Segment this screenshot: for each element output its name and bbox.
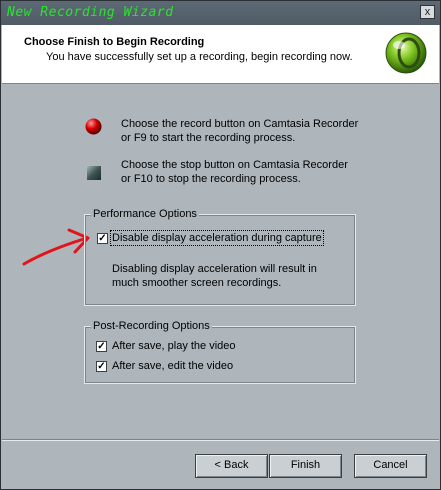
cancel-button[interactable]: Cancel — [354, 454, 427, 478]
record-instruction-line2: or F9 to start the recording process. — [121, 132, 296, 144]
post-recording-options-label: Post-Recording Options — [91, 320, 212, 332]
window-title: New Recording Wizard — [7, 5, 174, 20]
stop-button-icon — [87, 166, 101, 180]
performance-options-group: Performance Options — [84, 208, 356, 306]
finish-button[interactable]: Finish — [269, 454, 342, 478]
performance-options-label: Performance Options — [91, 208, 199, 220]
performance-note-line2: much smoother screen recordings. — [112, 277, 282, 289]
play-video-label[interactable]: After save, play the video — [112, 340, 236, 352]
annotation-arrow — [22, 228, 90, 266]
edit-video-checkbox[interactable]: ✓ — [96, 361, 107, 372]
edit-video-label[interactable]: After save, edit the video — [112, 360, 233, 372]
disable-acceleration-label[interactable]: Disable display acceleration during capt… — [110, 230, 324, 246]
performance-note-line1: Disabling display acceleration will resu… — [112, 263, 317, 275]
close-button[interactable]: x — [420, 5, 435, 19]
close-icon: x — [424, 6, 431, 18]
record-button-icon — [85, 118, 102, 135]
post-recording-options-group: Post-Recording Options — [84, 320, 356, 384]
wizard-logo-icon — [385, 32, 427, 74]
back-button[interactable]: < Back — [195, 454, 268, 478]
performance-note: Disabling display acceleration will resu… — [112, 262, 317, 290]
wizard-header: Choose Finish to Begin Recording You hav… — [2, 25, 439, 84]
stop-instruction-line2: or F10 to stop the recording process. — [121, 173, 301, 185]
play-video-checkbox[interactable]: ✓ — [96, 341, 107, 352]
stop-instruction: Choose the stop button on Camtasia Recor… — [121, 158, 348, 186]
header-title: Choose Finish to Begin Recording — [24, 36, 205, 48]
wizard-window: New Recording Wizard x Choose Finish to … — [0, 0, 441, 490]
record-instruction-line1: Choose the record button on Camtasia Rec… — [121, 118, 359, 130]
header-subtitle: You have successfully set up a recording… — [46, 51, 353, 63]
record-instruction: Choose the record button on Camtasia Rec… — [121, 117, 358, 145]
title-bar[interactable]: New Recording Wizard x — [1, 1, 440, 25]
stop-instruction-line1: Choose the stop button on Camtasia Recor… — [121, 159, 348, 171]
disable-acceleration-checkbox[interactable]: ✓ — [97, 233, 108, 244]
button-separator — [2, 439, 439, 441]
